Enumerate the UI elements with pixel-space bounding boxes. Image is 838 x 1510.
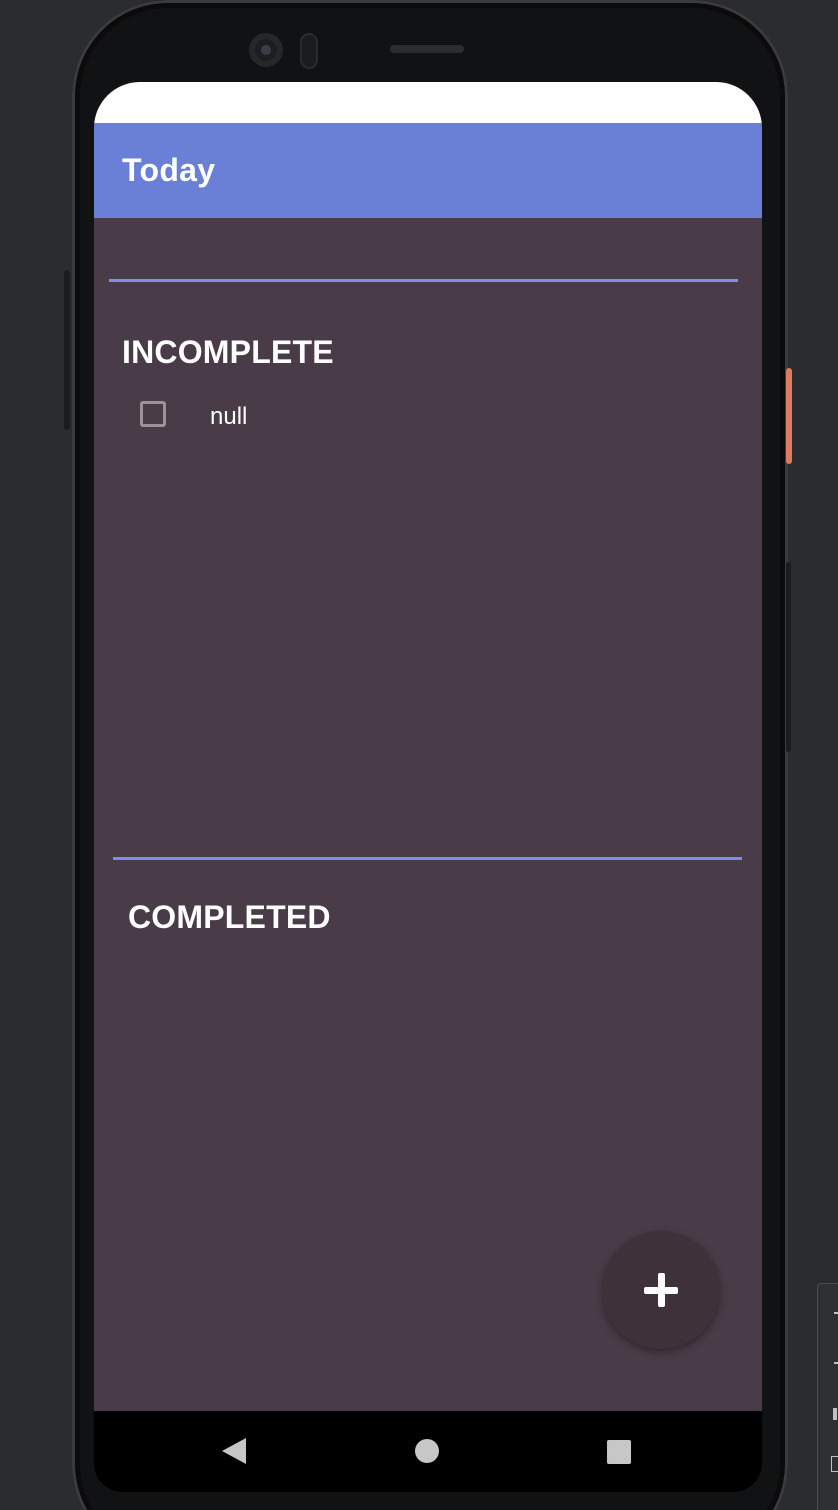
completed-heading: COMPLETED [128,899,331,935]
back-triangle-icon[interactable] [222,1438,246,1464]
incomplete-heading: INCOMPLETE [122,334,334,370]
emulator-stage: Today INCOMPLETE null COMPLETED [0,0,838,1510]
emulator-side-panel [817,1283,838,1510]
proximity-sensor [300,33,318,69]
page-title: Today [122,152,216,188]
bar-icon[interactable] [833,1408,837,1420]
recents-square-icon[interactable] [607,1440,631,1464]
add-task-button[interactable] [602,1231,720,1349]
camera-lens [261,45,271,55]
section-divider [109,279,738,282]
navigation-bar [94,1411,762,1492]
phone-screen: Today INCOMPLETE null COMPLETED [94,82,762,1492]
plus-icon [644,1273,678,1307]
minus-icon[interactable] [834,1312,838,1314]
section-divider [113,857,742,860]
home-circle-icon[interactable] [415,1439,439,1463]
minus-icon[interactable] [834,1362,838,1364]
power-button[interactable] [786,368,792,464]
window-icon[interactable] [831,1456,838,1472]
task-row[interactable]: null [124,388,724,444]
app-bar: Today [94,123,762,218]
task-checkbox[interactable] [140,401,166,427]
earpiece-speaker [390,45,464,53]
status-bar [94,82,762,123]
task-label: null [210,403,248,430]
phone-side-edge [64,270,70,430]
volume-button[interactable] [786,562,791,752]
